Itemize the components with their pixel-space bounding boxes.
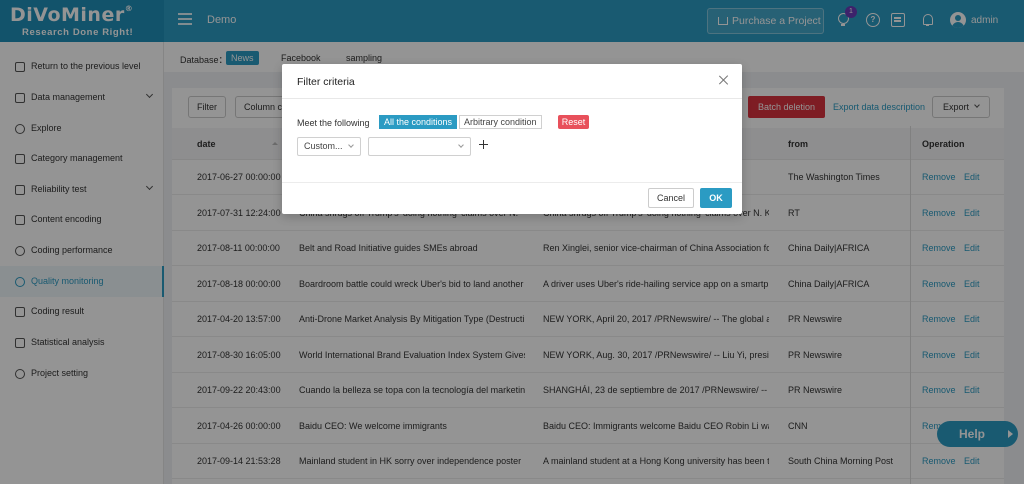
- ok-button[interactable]: OK: [700, 188, 732, 208]
- all-conditions-toggle[interactable]: All the conditions: [379, 115, 458, 129]
- dialog-title: Filter criteria: [297, 76, 355, 88]
- chevron-down-icon: [348, 142, 354, 148]
- field-select[interactable]: Custom...: [297, 137, 361, 156]
- chevron-down-icon: [458, 142, 464, 148]
- divider: [282, 182, 742, 183]
- arbitrary-condition-toggle[interactable]: Arbitrary condition: [459, 115, 542, 129]
- field-select-value: Custom...: [304, 141, 343, 151]
- cancel-button[interactable]: Cancel: [648, 188, 694, 208]
- close-icon[interactable]: [719, 75, 729, 85]
- reset-button[interactable]: Reset: [558, 115, 589, 129]
- divider: [282, 98, 742, 99]
- add-condition-icon[interactable]: [479, 140, 489, 150]
- filter-criteria-dialog: Filter criteria Meet the following All t…: [282, 64, 742, 214]
- meet-following-label: Meet the following: [297, 118, 370, 128]
- operator-select[interactable]: [368, 137, 471, 156]
